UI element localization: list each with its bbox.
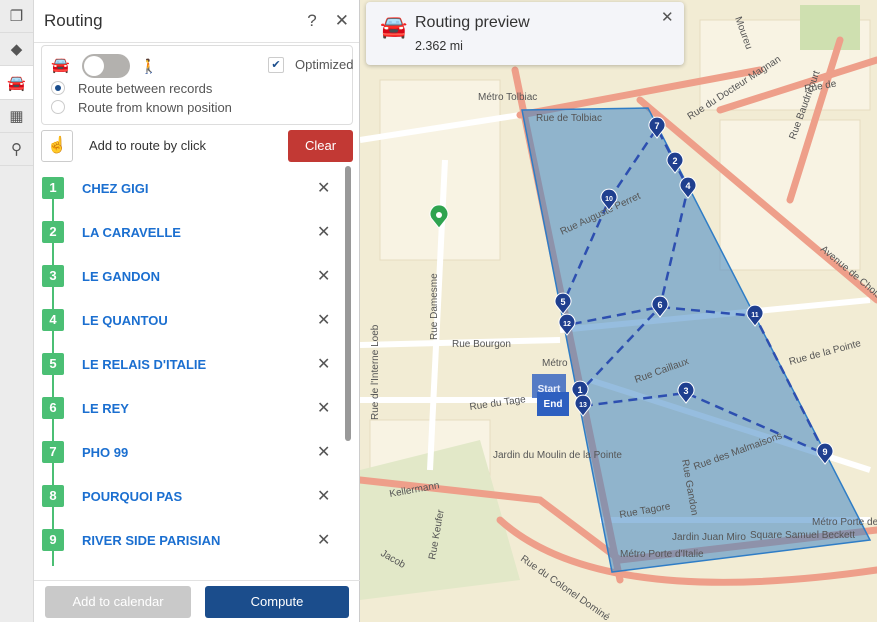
stop-item[interactable]: 4 LE QUANTOU ✕ [34, 298, 352, 353]
compute-button[interactable]: Compute [205, 586, 349, 618]
toast-distance: 2.362 mi [415, 39, 463, 53]
stop-name[interactable]: POURQUOI PAS [82, 489, 182, 504]
stop-number: 6 [42, 397, 64, 419]
rail-tab-calendar[interactable]: ▦ [0, 100, 33, 133]
marker-number: 3 [683, 386, 688, 396]
stop-item[interactable]: 5 LE RELAIS D'ITALIE ✕ [34, 342, 352, 397]
travel-mode-toggle[interactable] [82, 54, 130, 78]
optimized-checkbox[interactable]: ✔ [268, 57, 284, 73]
stop-name[interactable]: PHO 99 [82, 445, 128, 460]
close-panel-button[interactable]: ✕ [335, 11, 349, 31]
stop-item[interactable]: 9 RIVER SIDE PARISIAN ✕ [34, 518, 352, 566]
search-icon: ⚲ [11, 141, 22, 158]
rail-tab-copy[interactable]: ❐ [0, 0, 33, 33]
clear-button[interactable]: Clear [288, 130, 353, 162]
remove-stop-button[interactable]: ✕ [317, 486, 330, 506]
remove-stop-button[interactable]: ✕ [317, 354, 330, 374]
marker-number: 4 [685, 181, 690, 191]
routing-preview-toast: 🚘 Routing preview 2.362 mi ✕ [366, 2, 684, 65]
marker-number: 12 [563, 321, 571, 328]
stop-number: 3 [42, 265, 64, 287]
marker-number: 11 [751, 312, 759, 319]
touch-icon: ☝ [47, 137, 67, 154]
routing-panel: Routing ? ✕ 🚘 🚶 ✔ Optimized Route betwee… [34, 0, 360, 622]
help-button[interactable]: ? [307, 11, 316, 31]
stop-name[interactable]: LE RELAIS D'ITALIE [82, 357, 206, 372]
remove-stop-button[interactable]: ✕ [317, 266, 330, 286]
stop-item[interactable]: 1 CHEZ GIGI ✕ [34, 166, 352, 221]
layers-copy-icon: ❐ [9, 8, 24, 25]
stop-number: 8 [42, 485, 64, 507]
stop-number: 2 [42, 221, 64, 243]
car-icon: 🚘 [380, 14, 408, 39]
street-label: Métro [542, 358, 568, 369]
remove-stop-button[interactable]: ✕ [317, 442, 330, 462]
stop-item[interactable]: 2 LA CARAVELLE ✕ [34, 210, 352, 265]
street-label: Jardin Juan Miro [672, 532, 746, 543]
stop-connector [52, 551, 54, 566]
street-label: Métro Tolbiac [478, 92, 537, 103]
stop-number: 1 [42, 177, 64, 199]
stop-number: 4 [42, 309, 64, 331]
street-label: Rue Damesme [429, 273, 440, 340]
stop-number: 5 [42, 353, 64, 375]
stop-item[interactable]: 8 POURQUOI PAS ✕ [34, 474, 352, 529]
marker-number: 5 [560, 297, 565, 307]
stop-name[interactable]: LE QUANTOU [82, 313, 168, 328]
marker-number: 7 [654, 121, 659, 131]
toast-close-button[interactable]: ✕ [661, 8, 674, 26]
end-label: End [544, 399, 563, 410]
stop-name[interactable]: LE GANDON [82, 269, 160, 284]
layers-icon: ◆ [10, 41, 23, 58]
street-label: Métro Porte d'Italie [620, 549, 704, 560]
toast-title: Routing preview [415, 14, 530, 31]
street-label: Square Samuel Beckett [750, 530, 855, 541]
marker-number: 10 [605, 196, 613, 203]
street-label: Rue de l'Interne Loeb [370, 324, 381, 420]
marker-number: 1 [577, 385, 582, 395]
remove-stop-button[interactable]: ✕ [317, 310, 330, 330]
add-to-calendar-button[interactable]: Add to calendar [45, 586, 191, 618]
street-label: Rue Bourgon [452, 339, 511, 350]
panel-title: Routing [44, 11, 103, 30]
rail-tab-routing[interactable]: 🚘 [0, 66, 33, 100]
rail-tab-layers[interactable]: ◆ [0, 33, 33, 66]
marker-number: 2 [672, 156, 677, 166]
add-by-click-label: Add to route by click [89, 138, 207, 153]
stop-name[interactable]: LE REY [82, 401, 129, 416]
rail-tab-search[interactable]: ⚲ [0, 133, 33, 166]
route-options: 🚘 🚶 ✔ Optimized Route between records Ro… [41, 45, 354, 125]
remove-stop-button[interactable]: ✕ [317, 178, 330, 198]
stop-number: 9 [42, 529, 64, 551]
stop-list: 1 CHEZ GIGI ✕ 2 LA CARAVELLE ✕ 3 LE GANDON ✕ 4 LE … [34, 166, 352, 566]
stop-name[interactable]: LA CARAVELLE [82, 225, 181, 240]
street-label: Jardin du Moulin de la Pointe [493, 450, 622, 461]
street-label: Rue de Tolbiac [536, 113, 602, 124]
remove-stop-button[interactable]: ✕ [317, 530, 330, 550]
marker-number: 13 [579, 402, 587, 409]
marker-number: 9 [822, 447, 827, 457]
calendar-icon: ▦ [9, 108, 24, 125]
remove-stop-button[interactable]: ✕ [317, 398, 330, 418]
stop-item[interactable]: 3 LE GANDON ✕ [34, 254, 352, 309]
remove-stop-button[interactable]: ✕ [317, 222, 330, 242]
stop-item[interactable]: 6 LE REY ✕ [34, 386, 352, 441]
stop-number: 7 [42, 441, 64, 463]
stop-name[interactable]: CHEZ GIGI [82, 181, 148, 196]
marker-number: 6 [657, 300, 662, 310]
radio-route-known[interactable] [51, 100, 65, 114]
optimized-label: Optimized [295, 57, 354, 72]
stop-name[interactable]: RIVER SIDE PARISIAN [82, 533, 220, 548]
radio-route-known-label: Route from known position [78, 100, 232, 115]
radio-route-between[interactable] [51, 81, 65, 95]
stop-item[interactable]: 7 PHO 99 ✕ [34, 430, 352, 485]
list-scrollbar[interactable] [345, 166, 351, 441]
radio-route-between-label: Route between records [78, 81, 213, 96]
side-rail: ❐ ◆ 🚘 ▦ ⚲ [0, 0, 34, 622]
car-mode-icon: 🚘 [51, 57, 70, 74]
street-label: Métro Porte de Choisy [812, 517, 877, 528]
car-icon: 🚘 [7, 74, 26, 92]
add-by-click-button[interactable]: ☝ [41, 130, 73, 162]
walk-mode-icon: 🚶 [140, 58, 158, 74]
